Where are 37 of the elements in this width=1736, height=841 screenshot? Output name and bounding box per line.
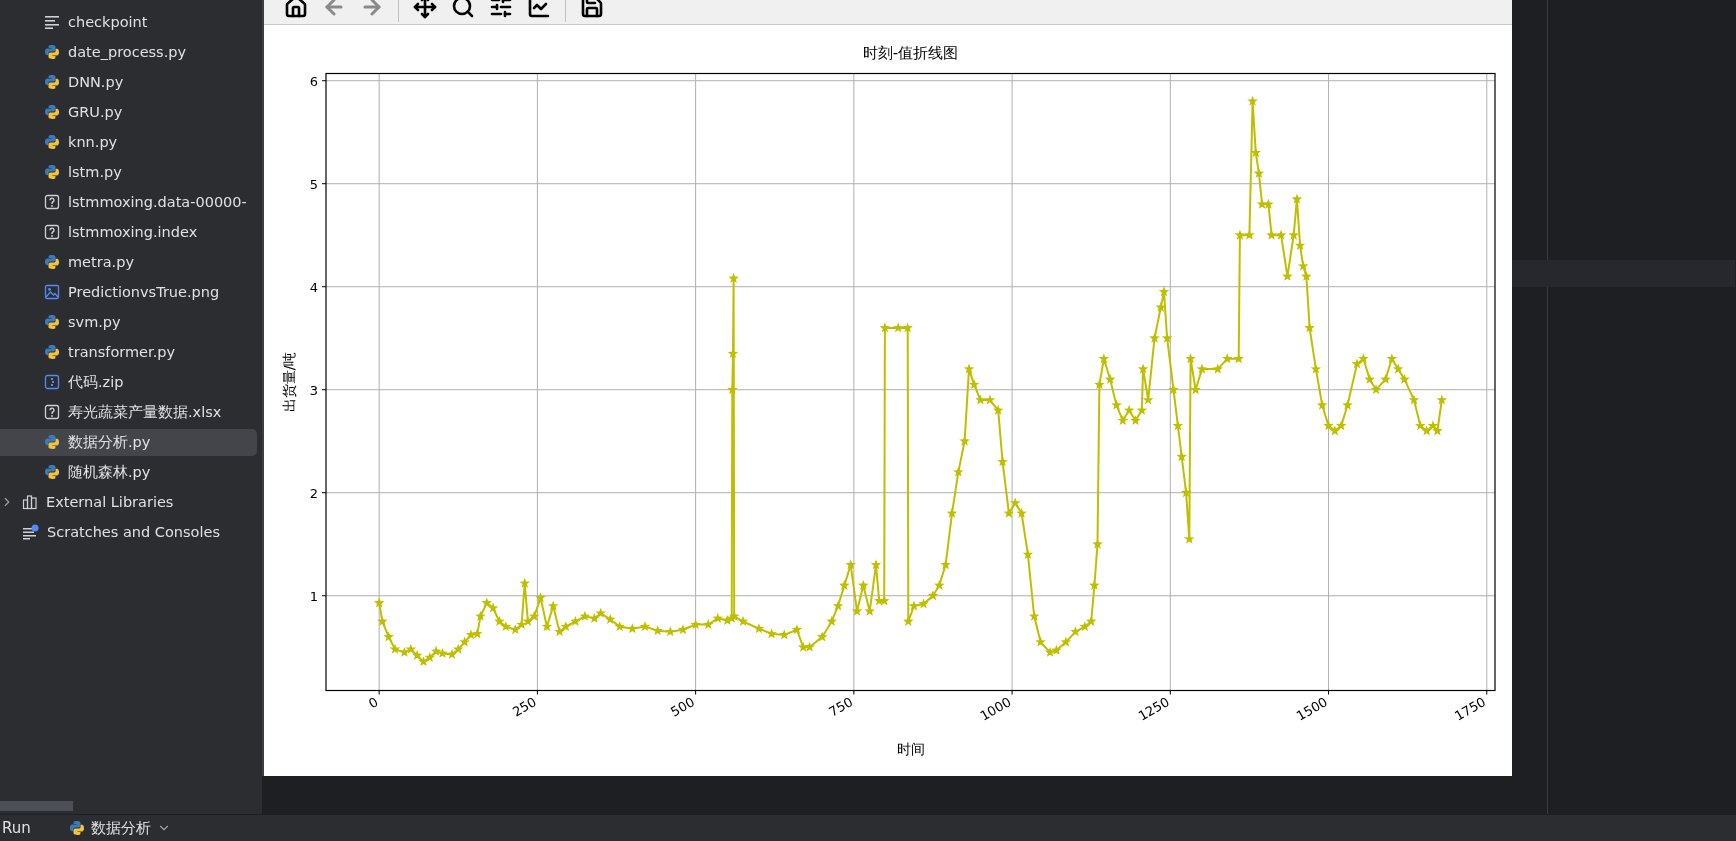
- x-axis-label: 时间: [896, 741, 925, 757]
- file-item[interactable]: 随机森林.py: [0, 458, 257, 486]
- y-tick-label: 5: [309, 176, 318, 192]
- x-tick-label: 250: [509, 694, 539, 720]
- file-item[interactable]: knn.py: [0, 128, 257, 156]
- y-tick-label: 6: [309, 73, 318, 89]
- x-tick-label: 1250: [1135, 694, 1172, 724]
- file-item[interactable]: GRU.py: [0, 98, 257, 126]
- y-tick-label: 2: [309, 485, 318, 501]
- file-item[interactable]: lstm.py: [0, 158, 257, 186]
- y-tick-label: 3: [309, 382, 318, 398]
- run-label[interactable]: Run: [2, 819, 31, 837]
- x-tick-label: 1000: [977, 694, 1014, 724]
- file-item[interactable]: lstmmoxing.index: [0, 218, 257, 246]
- y-axis-label: 出货量/吨: [281, 351, 297, 413]
- tree-node[interactable]: External Libraries: [0, 488, 257, 516]
- chart-title: 时刻-值折线图: [862, 44, 959, 62]
- y-tick-label: 1: [309, 588, 318, 604]
- file-item[interactable]: 寿光蔬菜产量数据.xlsx: [0, 398, 257, 426]
- run-tab[interactable]: 数据分析: [68, 818, 171, 838]
- x-tick-label: 1500: [1293, 694, 1331, 724]
- x-tick-label: 1750: [1452, 694, 1489, 724]
- file-item[interactable]: PredictionvsTrue.png: [0, 278, 257, 306]
- x-tick-label: 750: [826, 694, 856, 720]
- y-tick-label: 4: [309, 279, 318, 295]
- file-item[interactable]: DNN.py: [0, 68, 257, 96]
- file-item[interactable]: 数据分析.py: [0, 428, 257, 456]
- file-item[interactable]: lstmmoxing.data-00000-: [0, 188, 257, 216]
- file-item[interactable]: 代码.zip: [0, 368, 257, 396]
- file-item[interactable]: svm.py: [0, 308, 257, 336]
- file-item[interactable]: checkpoint: [0, 8, 257, 36]
- file-item[interactable]: date_process.py: [0, 38, 257, 66]
- tree-node[interactable]: Scratches and Consoles: [0, 518, 257, 546]
- x-tick-label: 500: [668, 694, 698, 720]
- file-item[interactable]: metra.py: [0, 248, 257, 276]
- x-tick-label: 0: [366, 694, 381, 712]
- file-item[interactable]: transformer.py: [0, 338, 257, 366]
